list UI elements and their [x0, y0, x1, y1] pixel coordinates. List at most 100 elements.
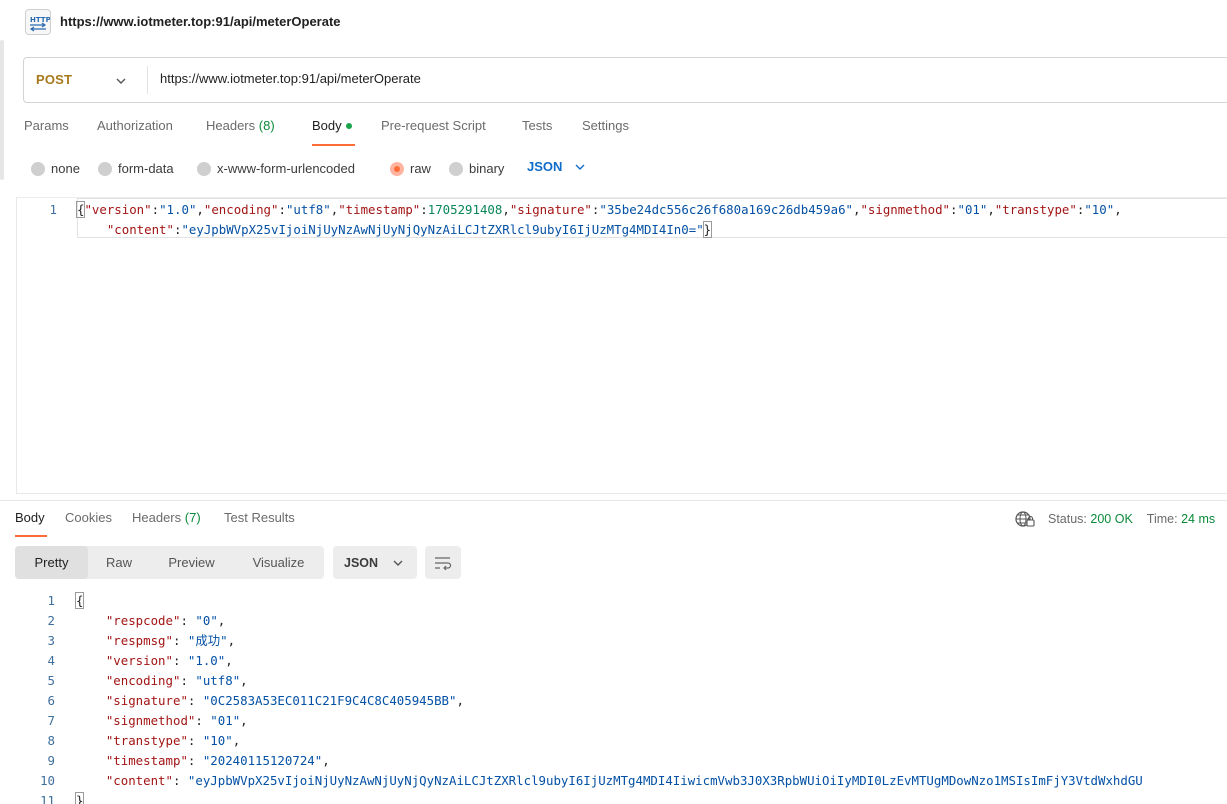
radio-label: none	[51, 161, 80, 176]
radio-icon	[98, 161, 112, 176]
radio-raw[interactable]: raw	[390, 161, 431, 176]
network-globe-icon[interactable]	[1014, 510, 1036, 528]
json-value: 35be24dc556c26f680a169c26db459a6	[606, 202, 846, 217]
tab-label: Headers	[132, 510, 182, 525]
body-language-label: JSON	[527, 159, 563, 174]
headers-count: (7)	[184, 510, 201, 525]
tab-label: Params	[24, 118, 69, 133]
line-number: 1	[47, 593, 55, 608]
json-value: 10	[1091, 202, 1107, 217]
json-value: 01	[217, 713, 233, 728]
status-label: Status:	[1048, 512, 1087, 526]
line-number: 1	[49, 202, 57, 217]
line-numbers: 1 2 3 4 5 6 7 8 9 10 11	[16, 591, 55, 804]
tab-label: Tests	[522, 118, 553, 133]
tab-label: Body	[312, 118, 342, 133]
radio-icon	[31, 161, 45, 176]
view-preview[interactable]: Preview	[150, 546, 233, 579]
radio-selected-icon	[390, 161, 404, 176]
request-title-bar: HTTP https://www.iotmeter.top:91/api/met…	[0, 0, 1227, 44]
tab-params[interactable]: Params	[24, 118, 69, 133]
wrap-lines-icon	[435, 557, 452, 571]
response-tab-body[interactable]: Body	[15, 510, 45, 525]
json-value: 0C2583A53EC011C21F9C4C8C405945BB	[210, 693, 450, 708]
response-time[interactable]: 24 ms	[1181, 512, 1215, 526]
request-body-editor[interactable]: 1 {"version":"1.0","encoding":"utf8","ti…	[16, 197, 1227, 494]
radio-icon	[449, 161, 463, 176]
tab-label: Cookies	[65, 510, 112, 525]
line-number: 4	[47, 653, 55, 668]
radio-form-data[interactable]: form-data	[98, 161, 174, 176]
json-value: 1.0	[195, 653, 218, 668]
url-input[interactable]: https://www.iotmeter.top:91/api/meterOpe…	[160, 71, 421, 86]
headers-count: (8)	[258, 118, 275, 133]
response-tab-cookies[interactable]: Cookies	[65, 510, 112, 525]
chevron-down-icon	[393, 560, 403, 566]
active-tab-underline	[15, 535, 47, 537]
url-bar: POST https://www.iotmeter.top:91/api/met…	[23, 57, 1227, 103]
json-value: utf8	[293, 202, 324, 217]
tab-label: Authorization	[97, 118, 173, 133]
response-tab-headers[interactable]: Headers (7)	[132, 510, 201, 525]
response-body-viewer[interactable]: 1 2 3 4 5 6 7 8 9 10 11 { "respcode": "0…	[16, 591, 1227, 804]
tab-authorization[interactable]: Authorization	[97, 118, 173, 133]
response-status: Status: 200 OK Time: 24 ms	[1014, 510, 1215, 528]
chevron-down-icon	[575, 164, 585, 170]
json-value: 10	[210, 733, 226, 748]
view-raw[interactable]: Raw	[88, 546, 150, 579]
body-language-select[interactable]: JSON	[527, 159, 586, 174]
json-value: 1.0	[166, 202, 189, 217]
line-number: 11	[40, 793, 55, 804]
svg-text:HTTP: HTTP	[30, 16, 50, 24]
tab-label: Test Results	[224, 510, 295, 525]
radio-binary[interactable]: binary	[449, 161, 504, 176]
json-value: 1705291408	[427, 202, 503, 217]
tab-label: Settings	[582, 118, 629, 133]
sidebar-scroll-strip	[0, 40, 4, 180]
tab-settings[interactable]: Settings	[582, 118, 629, 133]
tab-tests[interactable]: Tests	[522, 118, 552, 133]
line-number: 6	[47, 693, 55, 708]
line-number: 8	[47, 733, 55, 748]
body-indicator-dot	[345, 122, 352, 129]
json-value: eyJpbWVpX25vIjoiNjUyNzAwNjUyNjQyNzAiLCJt…	[188, 222, 697, 237]
response-format-label: JSON	[344, 555, 379, 570]
chevron-down-icon[interactable]	[114, 74, 128, 88]
view-visualize[interactable]: Visualize	[233, 546, 324, 579]
response-format-select[interactable]: JSON	[333, 546, 417, 579]
radio-x-www-form-urlencoded[interactable]: x-www-form-urlencoded	[197, 161, 355, 176]
line-number: 2	[47, 613, 55, 628]
view-pretty[interactable]: Pretty	[15, 546, 88, 579]
method-select[interactable]: POST	[36, 72, 72, 87]
json-value: 01	[964, 202, 980, 217]
line-number: 3	[47, 633, 55, 648]
line-number: 5	[47, 673, 55, 688]
pane-divider[interactable]	[0, 500, 1227, 501]
json-value: utf8	[202, 673, 233, 688]
tab-pre-request-script[interactable]: Pre-request Script	[381, 118, 486, 133]
tab-body[interactable]: Body	[312, 118, 352, 133]
time-label: Time:	[1146, 512, 1178, 526]
wrap-lines-button[interactable]	[425, 546, 461, 579]
line-number: 7	[47, 713, 55, 728]
radio-icon	[197, 161, 211, 176]
line-number: 9	[47, 753, 55, 768]
tab-headers[interactable]: Headers (8)	[206, 118, 275, 133]
request-title[interactable]: https://www.iotmeter.top:91/api/meterOpe…	[60, 14, 341, 29]
json-value: 20240115120724	[210, 753, 315, 768]
radio-label: form-data	[118, 161, 174, 176]
response-tab-test-results[interactable]: Test Results	[224, 510, 295, 525]
status-code[interactable]: 200 OK	[1090, 512, 1132, 526]
json-value: 0	[202, 613, 211, 628]
response-body-code: { "respcode": "0", "respmsg": "成功", "ver…	[74, 591, 1143, 804]
active-tab-underline	[312, 144, 355, 146]
line-number: 10	[40, 773, 55, 788]
radio-label: x-www-form-urlencoded	[217, 161, 355, 176]
http-icon: HTTP	[25, 9, 51, 35]
radio-none[interactable]: none	[31, 161, 80, 176]
line-numbers: 1	[17, 200, 57, 220]
json-value: eyJpbWVpX25vIjoiNjUyNzAwNjUyNjQyNzAiLCJt…	[195, 773, 1143, 788]
tab-label: Headers	[206, 118, 256, 133]
radio-label: raw	[410, 161, 431, 176]
request-body-code: {"version":"1.0","encoding":"utf8","time…	[75, 201, 1122, 238]
